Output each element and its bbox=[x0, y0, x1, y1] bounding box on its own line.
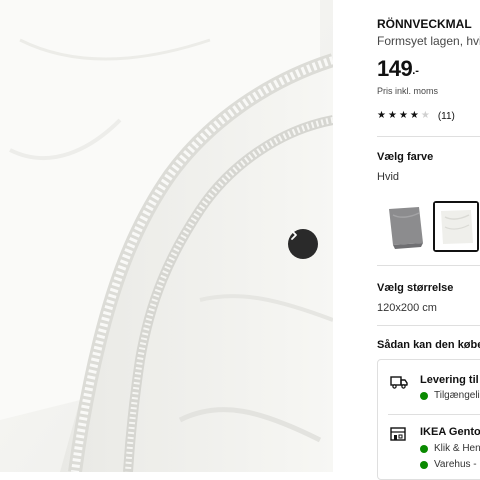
selected-size[interactable]: 120x200 cm bbox=[377, 302, 437, 314]
fitted-sheet-photo bbox=[0, 0, 333, 472]
chevron-right-icon bbox=[291, 230, 297, 240]
star-icon: ★ bbox=[377, 110, 386, 121]
availability-heading: Sådan kan den købes bbox=[377, 339, 480, 351]
product-rating[interactable]: ★ ★ ★ ★ ★ (11) bbox=[377, 110, 455, 122]
star-icon: ★ bbox=[387, 110, 397, 121]
divider bbox=[388, 414, 480, 415]
star-icon: ★ bbox=[409, 110, 419, 121]
grey-sheet-thumbnail bbox=[389, 207, 423, 249]
in-stock-dot-icon bbox=[420, 391, 428, 400]
grey-swatch[interactable] bbox=[383, 201, 429, 252]
divider bbox=[377, 136, 480, 137]
next-image-button[interactable] bbox=[288, 229, 318, 259]
star-icon: ★ bbox=[398, 110, 408, 121]
divider bbox=[377, 265, 480, 266]
store-stock-status: Varehus - På lager bbox=[420, 459, 480, 470]
in-stock-dot-icon bbox=[420, 444, 428, 453]
size-heading[interactable]: Vælg størrelse bbox=[377, 282, 453, 294]
white-sheet-thumbnail bbox=[435, 203, 477, 250]
product-info-panel: RÖNNVECKMAL Formsyet lagen, hvid 149.- P… bbox=[377, 0, 480, 480]
click-collect-text: Klik & Hent bbox=[434, 443, 480, 454]
product-name: RÖNNVECKMAL bbox=[377, 17, 472, 31]
vat-note: Pris inkl. moms bbox=[377, 86, 439, 96]
store-icon bbox=[390, 427, 406, 441]
price-integer: 149 bbox=[377, 56, 413, 81]
delivery-status-text: Tilgængelig bbox=[434, 390, 480, 401]
review-count: (11) bbox=[437, 110, 455, 122]
product-description: Formsyet lagen, hvid bbox=[377, 34, 480, 48]
selected-color: Hvid bbox=[377, 171, 400, 183]
delivery-status: Tilgængelig bbox=[420, 390, 480, 401]
star-empty-icon: ★ bbox=[420, 110, 430, 121]
product-image[interactable] bbox=[0, 0, 333, 472]
white-swatch[interactable] bbox=[433, 201, 479, 252]
store-title[interactable]: IKEA Gentofte bbox=[420, 426, 480, 438]
price-decimal: .- bbox=[412, 65, 419, 77]
store-stock-text: Varehus - På lager bbox=[434, 459, 480, 470]
availability-box: Levering til Tilgængelig IKEA Gentofte K… bbox=[377, 359, 480, 480]
in-stock-dot-icon bbox=[420, 460, 428, 469]
truck-icon bbox=[390, 376, 408, 389]
product-price: 149.- bbox=[377, 56, 419, 82]
color-heading: Vælg farve bbox=[377, 151, 434, 163]
divider bbox=[377, 325, 480, 326]
delivery-title[interactable]: Levering til bbox=[420, 374, 479, 386]
click-collect-status: Klik & Hent bbox=[420, 443, 480, 454]
